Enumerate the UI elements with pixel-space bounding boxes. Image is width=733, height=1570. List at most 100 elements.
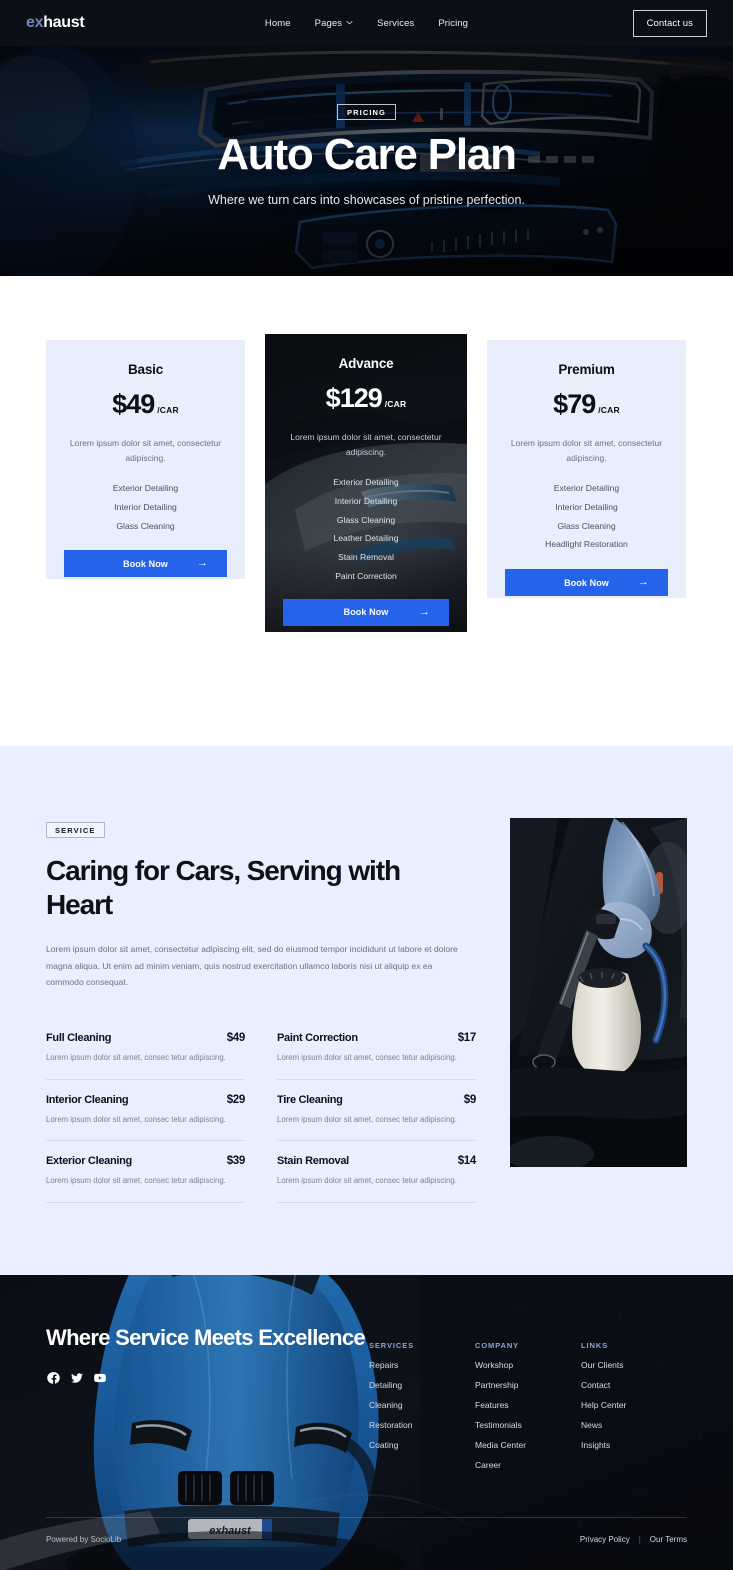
footer-link[interactable]: Cleaning [369,1400,475,1410]
site-logo[interactable]: exhaust [26,14,85,32]
service-photo [510,818,687,1167]
footer-link[interactable]: Career [475,1460,581,1470]
footer-link[interactable]: Media Center [475,1440,581,1450]
arrow-right-icon: → [418,605,430,618]
nav-item-pages-label: Pages [314,17,343,29]
service-title: Caring for Cars, Serving with Heart [46,855,401,921]
hero-section: PRICING Auto Care Plan Where we turn car… [0,46,733,276]
nav-item-services-label: Services [377,17,415,29]
plan-feature: Glass Cleaning [116,520,175,531]
service-item-head: Tire Cleaning $9 [277,1094,476,1106]
footer-column-heading: SERVICES [369,1340,414,1350]
sprayer-cleaning-image [510,818,687,1167]
plan-feature: Paint Correction [335,570,397,581]
service-item-name: Full Cleaning [46,1032,112,1045]
nav-item-pricing-label: Pricing [438,17,469,29]
service-item-price: $14 [457,1155,477,1168]
footer-link[interactable]: Workshop [475,1360,581,1370]
service-item-head: Full Cleaning $49 [46,1032,245,1044]
footer-link[interactable]: News [581,1420,687,1430]
plan-unit: /CAR [384,399,407,409]
service-item-desc: Lorem ipsum dolor sit amet, consec tetur… [277,1176,457,1186]
service-item-price: $39 [226,1155,246,1168]
plan-feature: Exterior Detailing [112,483,179,494]
pricing-card-premium: Premium $79/CAR Lorem ipsum dolor sit am… [487,340,686,598]
service-item[interactable]: Stain Removal $14 Lorem ipsum dolor sit … [277,1141,477,1203]
service-item[interactable]: Exterior Cleaning $39 Lorem ipsum dolor … [46,1141,245,1203]
service-items-grid: Full Cleaning $49 Lorem ipsum dolor sit … [46,1018,477,1203]
nav-item-services[interactable]: Services [377,18,414,29]
pricing-cards: Basic $49/CAR Lorem ipsum dolor sit amet… [0,334,733,634]
service-item[interactable]: Paint Correction $17 Lorem ipsum dolor s… [277,1018,476,1080]
footer-link[interactable]: Insights [581,1440,687,1450]
facebook-icon[interactable] [46,1371,61,1386]
footer-link[interactable]: Features [475,1400,581,1410]
footer-link[interactable]: Repairs [369,1360,475,1370]
service-item-price: $9 [463,1093,477,1106]
footer-title: Where Service Meets Excellence [46,1324,366,1350]
nav-item-home-label: Home [264,17,291,29]
plan-price-row: $129/CAR [283,383,449,414]
nav-item-home[interactable]: Home [265,18,291,29]
service-item-price: $17 [457,1032,477,1045]
nav-item-pricing[interactable]: Pricing [438,18,468,29]
logo-prefix: ex [26,14,44,31]
plan-price: $129 [325,383,383,413]
footer-columns: SERVICES Repairs Detailing Cleaning Rest… [369,1323,687,1470]
service-item-name: Interior Cleaning [46,1093,129,1106]
book-now-label: Book Now [564,577,609,588]
social-links [46,1371,369,1386]
twitter-icon[interactable] [69,1371,84,1386]
footer-left: Where Service Meets Excellence [46,1323,369,1470]
plan-feature: Interior Detailing [334,495,398,506]
footer-link[interactable]: Restoration [369,1420,475,1430]
footer-link[interactable]: Our Clients [581,1360,687,1370]
plan-feature: Exterior Detailing [333,477,399,488]
service-item[interactable]: Tire Cleaning $9 Lorem ipsum dolor sit a… [277,1080,476,1142]
plan-feature: Interior Detailing [114,501,177,512]
service-paragraph: Lorem ipsum dolor sit amet, consectetur … [46,944,458,987]
pricing-card-advance: Advance $129/CAR Lorem ipsum dolor sit a… [265,334,467,632]
plan-feature-list: Exterior Detailing Interior Detailing Gl… [283,473,449,585]
service-item-desc: Lorem ipsum dolor sit amet, consec tetur… [46,1114,226,1124]
service-item[interactable]: Full Cleaning $49 Lorem ipsum dolor sit … [46,1018,245,1080]
service-item-price: $29 [226,1093,246,1106]
service-item-name: Exterior Cleaning [46,1155,132,1168]
youtube-icon[interactable] [92,1371,107,1386]
chevron-down-icon [346,19,353,26]
service-item-price: $49 [226,1032,246,1045]
footer-link[interactable]: Testimonials [475,1420,581,1430]
plan-feature: Leather Detailing [333,533,399,544]
service-item-head: Interior Cleaning $29 [46,1094,245,1106]
book-now-label: Book Now [123,558,168,569]
service-item-head: Exterior Cleaning $39 [46,1155,245,1167]
footer-column-heading: COMPANY [475,1340,520,1350]
footer-link[interactable]: Help Center [581,1400,687,1410]
footer-link[interactable]: Partnership [475,1380,581,1390]
footer-link[interactable]: Detailing [369,1380,475,1390]
contact-us-button[interactable]: Contact us [632,9,707,37]
arrow-right-icon: → [637,576,649,589]
logo-suffix: haust [43,14,85,31]
footer-link[interactable]: Contact [581,1380,687,1390]
pricing-section: Basic $49/CAR Lorem ipsum dolor sit amet… [0,276,733,746]
plan-feature: Interior Detailing [555,501,618,512]
book-now-button-advance[interactable]: Book Now → [283,598,449,626]
plan-feature-list: Exterior Detailing Interior Detailing Gl… [64,479,227,535]
service-item-head: Paint Correction $17 [277,1032,476,1044]
plan-feature-list: Exterior Detailing Interior Detailing Gl… [505,479,668,554]
footer-column-links: LINKS Our Clients Contact Help Center Ne… [581,1341,687,1470]
plan-feature: Glass Cleaning [336,514,396,525]
plan-name: Premium [558,362,615,377]
plan-price-row: $79/CAR [505,389,668,420]
plan-description: Lorem ipsum dolor sit amet, consectetur … [69,438,222,463]
footer-link[interactable]: Coating [369,1440,475,1450]
nav-item-pages[interactable]: Pages [315,18,353,29]
book-now-button-basic[interactable]: Book Now → [64,550,227,578]
service-item-name: Stain Removal [277,1155,349,1168]
plan-name: Advance [338,356,394,371]
plan-feature: Stain Removal [338,552,394,563]
pricing-card-basic: Basic $49/CAR Lorem ipsum dolor sit amet… [46,340,245,579]
service-item[interactable]: Interior Cleaning $29 Lorem ipsum dolor … [46,1080,245,1142]
book-now-button-premium[interactable]: Book Now → [505,569,668,597]
